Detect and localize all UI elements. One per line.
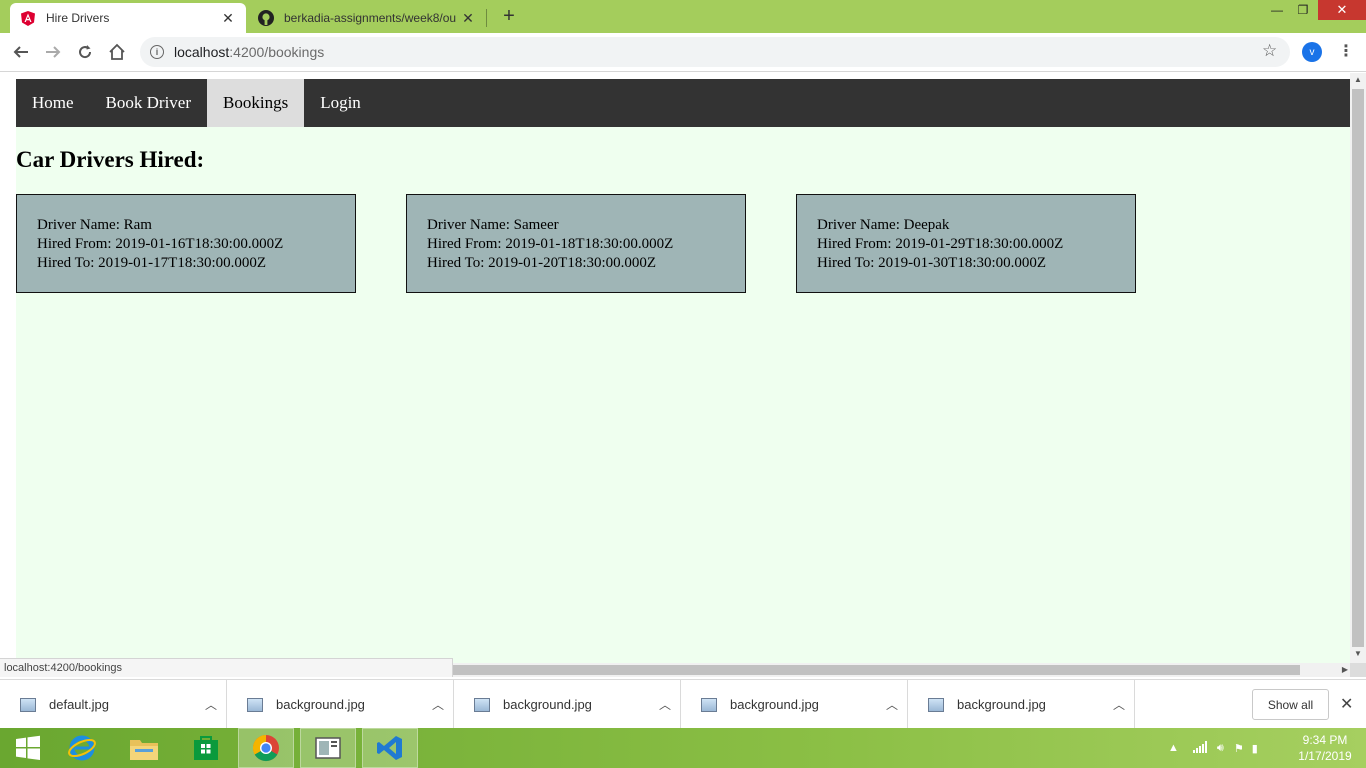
tray-expand-icon[interactable]: ▲ — [1168, 742, 1179, 754]
download-item[interactable]: default.jpg ︿ — [0, 680, 227, 729]
reload-icon[interactable] — [74, 41, 96, 63]
download-filename: background.jpg — [730, 697, 819, 712]
action-center-icon[interactable]: ⚑ — [1234, 742, 1244, 755]
angular-icon — [20, 10, 36, 26]
download-item[interactable]: background.jpg ︿ — [908, 680, 1135, 729]
taskbar-clock[interactable]: 9:34 PM 1/17/2019 — [1288, 732, 1362, 764]
vscode-icon[interactable] — [362, 728, 418, 768]
scrollbar-corner — [1350, 663, 1366, 677]
tab-title: Hire Drivers — [46, 11, 110, 25]
booking-card: Driver Name: Sameer Hired From: 2019-01-… — [406, 194, 746, 293]
hired-from: Hired From: 2019-01-16T18:30:00.000Z — [37, 236, 284, 252]
clock-date: 1/17/2019 — [1298, 749, 1352, 763]
network-icon[interactable] — [1192, 740, 1207, 756]
restore-icon[interactable]: ❐ — [1290, 0, 1316, 20]
download-item[interactable]: background.jpg ︿ — [227, 680, 454, 729]
hired-from: Hired From: 2019-01-29T18:30:00.000Z — [817, 236, 1064, 252]
booking-card: Driver Name: Ram Hired From: 2019-01-16T… — [16, 194, 356, 293]
volume-icon[interactable]: 🔊︎ — [1217, 742, 1224, 755]
close-icon[interactable]: ✕ — [220, 10, 236, 27]
page-title: Car Drivers Hired: — [16, 147, 205, 172]
github-icon — [258, 10, 274, 26]
url-host: localhost — [174, 44, 230, 60]
driver-name: Driver Name: Deepak — [817, 217, 950, 233]
chevron-up-icon[interactable]: ︿ — [650, 696, 680, 713]
info-icon[interactable]: i — [150, 45, 164, 59]
system-tray: ▲ 🔊︎ ⚑ ▮ — [1168, 728, 1258, 768]
nav-item-home[interactable]: Home — [16, 79, 90, 127]
back-icon[interactable] — [10, 41, 32, 63]
download-filename: background.jpg — [276, 697, 365, 712]
image-file-icon — [474, 697, 490, 712]
show-all-button[interactable]: Show all — [1252, 689, 1329, 720]
minimize-icon[interactable]: — — [1264, 0, 1290, 20]
new-tab-icon[interactable]: + — [498, 6, 520, 28]
close-icon[interactable]: ✕ — [460, 10, 476, 27]
booking-card: Driver Name: Deepak Hired From: 2019-01-… — [796, 194, 1136, 293]
browser-toolbar: i localhost:4200/bookings ☆ v ⋮ — [0, 33, 1366, 72]
profile-avatar[interactable]: v — [1302, 42, 1322, 62]
download-shelf: default.jpg ︿ background.jpg ︿ backgroun… — [0, 679, 1366, 729]
tab-title: berkadia-assignments/week8/ou — [284, 11, 457, 25]
hired-to: Hired To: 2019-01-30T18:30:00.000Z — [817, 255, 1047, 271]
image-file-icon — [247, 697, 263, 712]
internet-explorer-icon[interactable] — [54, 728, 110, 768]
image-file-icon — [928, 697, 944, 712]
bookmark-star-icon[interactable]: ☆ — [1262, 41, 1277, 61]
chevron-up-icon[interactable]: ︿ — [196, 696, 226, 713]
image-file-icon — [701, 697, 717, 712]
page-viewport: Home Book Driver Bookings Login Car Driv… — [0, 73, 1366, 677]
file-explorer-icon[interactable] — [116, 728, 172, 768]
tab-github[interactable]: berkadia-assignments/week8/ou ✕ — [248, 3, 486, 33]
chevron-up-icon[interactable]: ︿ — [423, 696, 453, 713]
chevron-up-icon[interactable]: ︿ — [877, 696, 907, 713]
download-filename: background.jpg — [503, 697, 592, 712]
download-filename: default.jpg — [49, 697, 109, 712]
more-menu-icon[interactable]: ⋮ — [1338, 41, 1354, 61]
driver-name: Driver Name: Sameer — [427, 217, 559, 233]
browser-titlebar: Hire Drivers ✕ berkadia-assignments/week… — [0, 0, 1366, 33]
hired-to: Hired To: 2019-01-17T18:30:00.000Z — [37, 255, 267, 271]
image-file-icon — [20, 697, 36, 712]
tab-divider — [486, 9, 487, 27]
top-navbar: Home Book Driver Bookings Login — [16, 79, 1350, 127]
close-icon[interactable]: ✕ — [1340, 694, 1353, 714]
tab-hire-drivers[interactable]: Hire Drivers ✕ — [10, 3, 246, 33]
status-url: localhost:4200/bookings — [0, 658, 453, 677]
chrome-icon[interactable] — [238, 728, 294, 768]
scroll-down-icon[interactable]: ▼ — [1350, 649, 1366, 661]
clock-time: 9:34 PM — [1302, 733, 1348, 747]
battery-icon[interactable]: ▮ — [1252, 742, 1258, 755]
download-item[interactable]: background.jpg ︿ — [681, 680, 908, 729]
vertical-scrollbar[interactable]: ▲ ▼ — [1350, 73, 1366, 663]
home-icon[interactable] — [106, 41, 128, 63]
download-filename: background.jpg — [957, 697, 1046, 712]
window-close-icon[interactable]: ✕ — [1318, 0, 1366, 20]
reader-app-icon[interactable] — [300, 728, 356, 768]
windows-start-icon[interactable] — [0, 728, 56, 768]
nav-item-login[interactable]: Login — [304, 79, 377, 127]
driver-name: Driver Name: Ram — [37, 217, 152, 233]
forward-icon[interactable] — [42, 41, 64, 63]
page-body: Home Book Driver Bookings Login Car Driv… — [16, 73, 1350, 677]
hired-to: Hired To: 2019-01-20T18:30:00.000Z — [427, 255, 657, 271]
download-item[interactable]: background.jpg ︿ — [454, 680, 681, 729]
scroll-thumb[interactable] — [1352, 89, 1364, 647]
hired-from: Hired From: 2019-01-18T18:30:00.000Z — [427, 236, 674, 252]
windows-store-icon[interactable] — [178, 728, 234, 768]
windows-taskbar: ▲ 🔊︎ ⚑ ▮ 9:34 PM 1/17/2019 — [0, 728, 1366, 768]
url-path: :4200/bookings — [229, 44, 325, 60]
scroll-right-icon[interactable]: ▶ — [1342, 663, 1348, 677]
nav-item-book-driver[interactable]: Book Driver — [90, 79, 207, 127]
chevron-up-icon[interactable]: ︿ — [1104, 696, 1134, 713]
scroll-up-icon[interactable]: ▲ — [1350, 75, 1366, 87]
address-bar[interactable]: i localhost:4200/bookings — [140, 37, 1290, 67]
nav-item-bookings[interactable]: Bookings — [207, 79, 305, 127]
